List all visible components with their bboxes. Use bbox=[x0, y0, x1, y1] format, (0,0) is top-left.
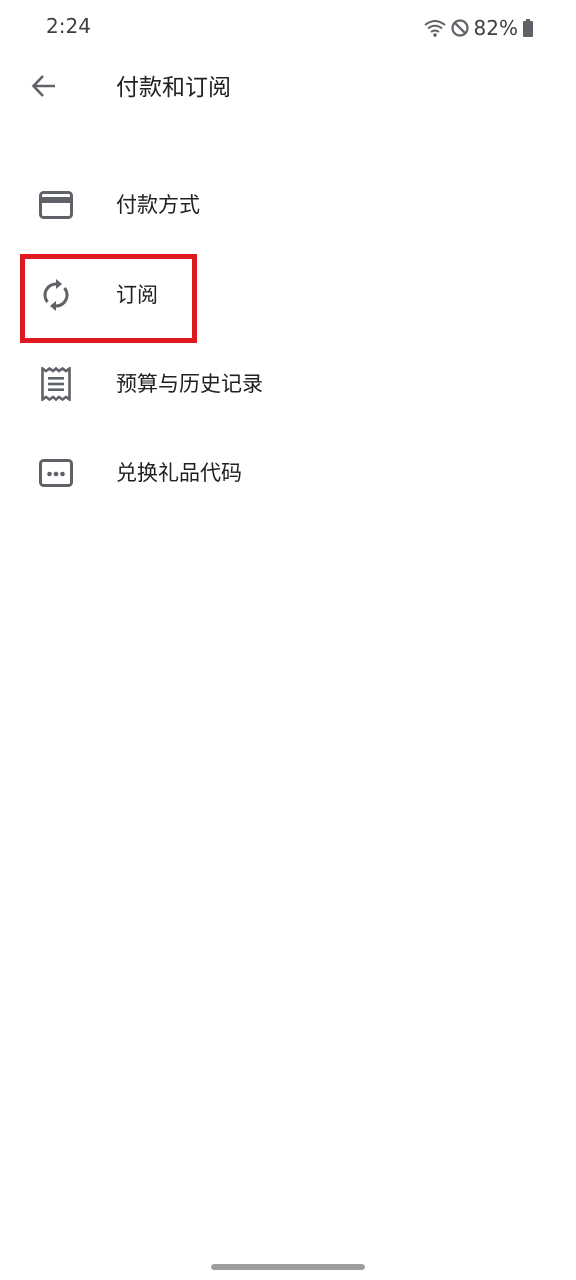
menu-item-subscriptions[interactable]: 订阅 bbox=[0, 251, 576, 339]
status-icons: 82% bbox=[423, 14, 534, 42]
autorenew-icon bbox=[36, 275, 76, 315]
menu-item-budget-history[interactable]: 预算与历史记录 bbox=[0, 340, 576, 428]
app-bar: 付款和订阅 bbox=[0, 56, 576, 120]
menu-item-payment-methods[interactable]: 付款方式 bbox=[0, 161, 576, 249]
arrow-back-icon bbox=[30, 72, 58, 104]
battery-percentage: 82% bbox=[473, 16, 518, 40]
menu-item-label: 兑换礼品代码 bbox=[116, 461, 242, 485]
menu-item-label: 预算与历史记录 bbox=[116, 372, 263, 396]
menu-item-label: 订阅 bbox=[116, 283, 158, 307]
menu-item-label: 付款方式 bbox=[116, 193, 200, 217]
battery-icon bbox=[522, 18, 534, 38]
do-not-disturb-icon bbox=[450, 18, 470, 38]
back-button[interactable] bbox=[20, 64, 68, 112]
credit-card-icon bbox=[36, 185, 76, 225]
receipt-icon bbox=[36, 364, 76, 404]
page-title: 付款和订阅 bbox=[116, 75, 231, 101]
menu-item-redeem-gift-code[interactable]: 兑换礼品代码 bbox=[0, 429, 576, 517]
gesture-navigation-bar[interactable] bbox=[211, 1264, 365, 1270]
wifi-icon bbox=[423, 18, 446, 38]
redeem-code-icon bbox=[36, 453, 76, 493]
status-bar: 2:24 82% bbox=[0, 0, 576, 56]
status-time: 2:24 bbox=[46, 14, 91, 38]
